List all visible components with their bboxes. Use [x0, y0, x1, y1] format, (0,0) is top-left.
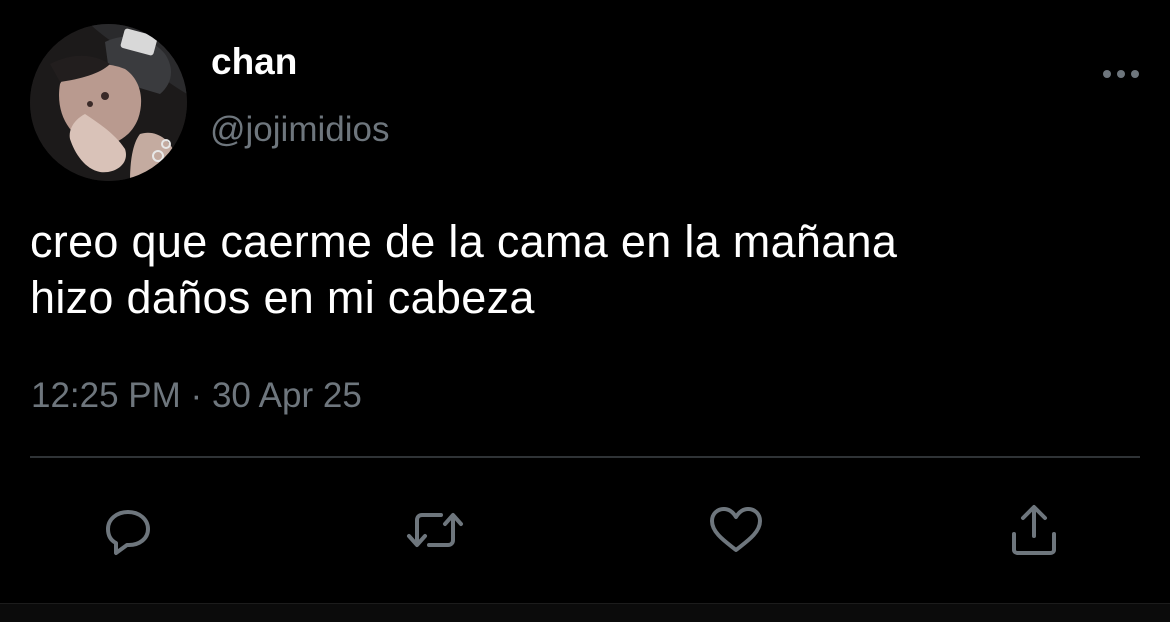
tweet-card: chan @jojimidios creo que caerme de la c… — [0, 0, 1170, 622]
bottom-edge — [0, 603, 1170, 622]
meta-separator: · — [190, 376, 203, 415]
profile-photo — [30, 24, 187, 181]
tweet-date: 30 Apr 25 — [211, 376, 362, 415]
retweet-button[interactable] — [405, 500, 465, 560]
tweet-text: creo que caerme de la cama en la mañana … — [30, 214, 1140, 326]
action-bar — [0, 500, 1170, 560]
reply-button[interactable] — [98, 500, 158, 560]
tweet-text-line: creo que caerme de la cama en la mañana — [30, 216, 898, 267]
share-button[interactable] — [1004, 500, 1064, 560]
avatar[interactable] — [30, 24, 187, 181]
tweet-timestamp[interactable]: 12:25 PM · 30 Apr 25 — [31, 374, 362, 418]
user-handle[interactable]: @jojimidios — [210, 108, 389, 152]
share-icon — [1012, 505, 1056, 555]
divider — [30, 456, 1140, 458]
reply-icon — [106, 510, 150, 555]
retweet-icon — [407, 513, 463, 547]
more-options-icon — [1103, 70, 1139, 78]
more-options-button[interactable] — [1080, 58, 1140, 90]
tweet-time: 12:25 PM — [31, 376, 181, 415]
heart-icon — [710, 507, 762, 552]
display-name[interactable]: chan — [211, 40, 297, 84]
like-button[interactable] — [706, 500, 766, 560]
tweet-text-line: hizo daños en mi cabeza — [30, 272, 535, 323]
